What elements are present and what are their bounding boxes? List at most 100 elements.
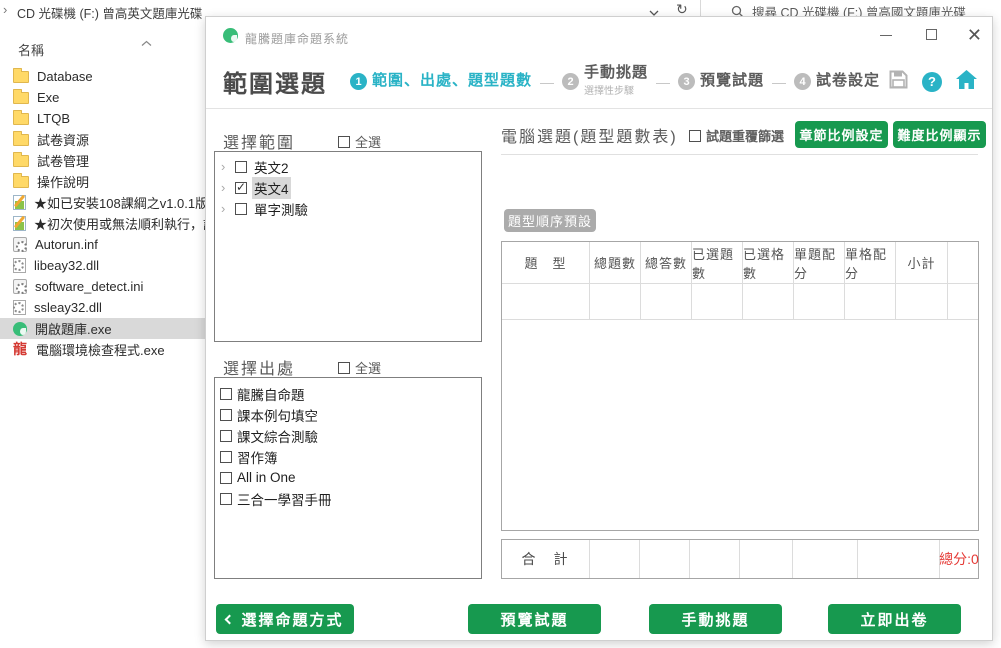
question-type-order-button[interactable]: 題型順序預設 (504, 209, 596, 232)
step-2-sublabel: 選擇性步驟 (584, 86, 634, 97)
file-row[interactable]: ssleay32.dll (0, 297, 206, 318)
sort-ascending-icon[interactable] (141, 34, 152, 52)
chapter-ratio-button[interactable]: 章節比例設定 (795, 121, 888, 148)
file-name: LTQB (37, 111, 70, 126)
file-row-selected[interactable]: 開啟題庫.exe (0, 318, 206, 339)
tree-item[interactable]: › 單字測驗 (215, 198, 481, 219)
column-header-name[interactable]: 名稱 (18, 40, 44, 59)
file-name: Autorun.inf (35, 237, 98, 252)
dll-file-icon (13, 258, 26, 273)
screen: › CD 光碟機 (F:) 曾高英文題庫光碟 ↻ 搜尋 CD 光碟機 (F:) … (0, 0, 1001, 648)
table-header: 總答數 (641, 242, 692, 284)
table-cell (641, 284, 692, 320)
source-select-all-checkbox[interactable] (338, 362, 350, 374)
step-1[interactable]: 1 範圍、出處、題型題數 (350, 73, 532, 90)
source-item-label: 課本例句填空 (237, 405, 318, 425)
source-item[interactable]: All in One (215, 467, 481, 488)
breadcrumb[interactable]: CD 光碟機 (F:) 曾高英文題庫光碟 (17, 3, 202, 22)
source-item-checkbox[interactable] (220, 472, 232, 484)
tree-item-label[interactable]: 單字測驗 (252, 198, 310, 220)
step-2-circle: 2 (562, 73, 579, 90)
source-item-checkbox[interactable] (220, 451, 232, 463)
file-name: 試卷管理 (37, 151, 89, 170)
table-header: 題 型 (502, 242, 590, 284)
tree-item[interactable]: › 英文4 (215, 177, 481, 198)
home-icon[interactable] (955, 69, 978, 95)
tree-item-label[interactable]: 英文4 (252, 177, 291, 199)
source-item[interactable]: 課文綜合測驗 (215, 425, 481, 446)
duplicate-filter-checkbox[interactable] (689, 130, 701, 142)
source-item[interactable]: 課本例句填空 (215, 404, 481, 425)
manual-pick-button[interactable]: 手動挑題 (649, 604, 782, 634)
duplicate-filter[interactable]: 試題重覆篩選 (689, 126, 784, 145)
file-row[interactable]: Database (0, 66, 206, 87)
source-item-checkbox[interactable] (220, 409, 232, 421)
total-score-label: 總分: (939, 549, 971, 569)
source-select-all-label: 全選 (355, 358, 381, 377)
file-row[interactable]: ★初次使用或無法順利執行，請 (0, 213, 206, 234)
table-cell (896, 284, 948, 320)
file-row[interactable]: ★如已安裝108課綱之v1.0.1版 (0, 192, 206, 213)
step-dash: — (772, 74, 786, 90)
help-icon[interactable]: ? (922, 72, 942, 92)
source-item-checkbox[interactable] (220, 388, 232, 400)
file-row[interactable]: Exe (0, 87, 206, 108)
config-file-icon (13, 279, 27, 294)
file-name: Database (37, 69, 93, 84)
source-item[interactable]: 龍騰自命題 (215, 383, 481, 404)
file-row[interactable]: software_detect.ini (0, 276, 206, 297)
file-row[interactable]: 試卷管理 (0, 150, 206, 171)
tree-item-checkbox-checked[interactable] (235, 182, 247, 194)
tree-item-checkbox[interactable] (235, 161, 247, 173)
total-cell (793, 540, 858, 578)
range-tree: › 英文2 › 英文4 › 單字測驗 (214, 151, 482, 342)
source-item-checkbox[interactable] (220, 493, 232, 505)
tree-item-checkbox[interactable] (235, 203, 247, 215)
expander-icon[interactable]: › (221, 183, 230, 193)
preview-questions-button[interactable]: 預覽試題 (468, 604, 601, 634)
tree-item-label[interactable]: 英文2 (252, 156, 291, 178)
table-header: 已選題數 (692, 242, 743, 284)
file-row[interactable]: LTQB (0, 108, 206, 129)
generate-exam-button[interactable]: 立即出卷 (828, 604, 961, 634)
file-row[interactable]: 試卷資源 (0, 129, 206, 150)
back-button-label: 選擇命題方式 (241, 609, 343, 630)
save-icon[interactable] (888, 69, 909, 95)
file-name: 電腦環境檢查程式.exe (36, 340, 165, 359)
step-2[interactable]: 2 手動挑題 選擇性步驟 (562, 65, 648, 98)
expander-icon[interactable]: › (221, 204, 230, 214)
tree-item[interactable]: › 英文2 (215, 156, 481, 177)
table-cell (590, 284, 641, 320)
source-select-all[interactable]: 全選 (338, 358, 381, 377)
chevron-down-icon[interactable] (648, 5, 660, 15)
file-row[interactable]: libeay32.dll (0, 255, 206, 276)
step-3[interactable]: 3 預覽試題 (678, 73, 764, 90)
range-select-all[interactable]: 全選 (338, 132, 381, 151)
maximize-button[interactable] (926, 29, 937, 40)
expander-icon[interactable]: › (221, 162, 230, 172)
source-item[interactable]: 三合一學習手冊 (215, 488, 481, 509)
file-row[interactable]: 龍電腦環境檢查程式.exe (0, 339, 206, 360)
range-select-all-label: 全選 (355, 132, 381, 151)
file-row[interactable]: 操作說明 (0, 171, 206, 192)
minimize-button[interactable] (880, 35, 892, 36)
range-section-title: 選擇範圍 (223, 129, 295, 153)
step-4[interactable]: 4 試卷設定 (794, 73, 880, 90)
source-item-label: 習作簿 (237, 447, 278, 467)
back-to-method-button[interactable]: 選擇命題方式 (216, 604, 354, 634)
document-icon (13, 195, 26, 210)
divider (206, 108, 992, 109)
close-icon[interactable]: ✕ (967, 23, 982, 47)
step-dash: — (656, 74, 670, 90)
file-name: libeay32.dll (34, 258, 99, 273)
source-item[interactable]: 習作簿 (215, 446, 481, 467)
app-window: 龍騰題庫命題系統 ✕ 範圍選題 1 範圍、出處、題型題數 — 2 手動挑題 選擇… (205, 16, 993, 641)
folder-icon (13, 155, 29, 167)
source-item-checkbox[interactable] (220, 430, 232, 442)
source-section-title: 選擇出處 (223, 355, 295, 379)
difficulty-ratio-button[interactable]: 難度比例顯示 (893, 121, 986, 148)
duplicate-filter-label: 試題重覆篩選 (706, 126, 784, 145)
range-select-all-checkbox[interactable] (338, 136, 350, 148)
file-row[interactable]: Autorun.inf (0, 234, 206, 255)
total-row: 合 計 總分:0 (501, 539, 979, 579)
